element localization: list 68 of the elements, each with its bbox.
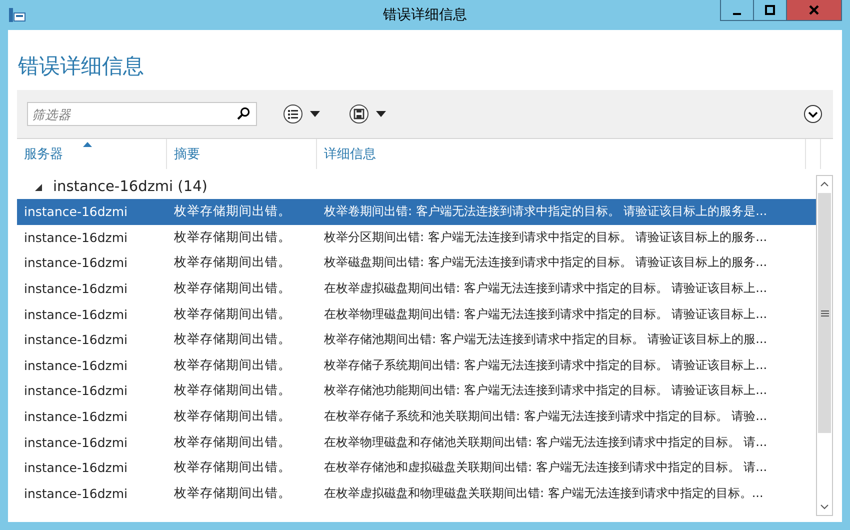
table-row[interactable]: instance-16dzmi 枚举存储期间出错。 在枚举存储子系统和池关联期间出错: 客户端无法连接到请求中指定的目标。 请验...	[17, 404, 816, 430]
server-manager-icon	[8, 7, 26, 23]
table-cell-text: 枚举存储期间出错。	[173, 459, 292, 476]
sort-ascending-icon	[83, 142, 92, 147]
column-header[interactable]: 服务器	[17, 139, 167, 169]
close-icon	[809, 5, 819, 15]
table-row[interactable]: instance-16dzmi 枚举存储期间出错。 在枚举虚拟磁盘期间出错: 客户端无法连接到请求中指定的目标。 请验证该目标上...	[17, 276, 816, 302]
table-cell-text: 在枚举物理磁盘和存储池关联期间出错: 客户端无法连接到请求中指定的目标。 请...	[323, 434, 768, 451]
list-view-dropdown[interactable]	[283, 104, 323, 124]
minimize-button[interactable]	[720, 0, 754, 21]
window-title: 错误详细信息	[383, 6, 467, 24]
table-cell-text: instance-16dzmi	[23, 332, 129, 348]
table-cell-text: 枚举存储池期间出错: 客户端无法连接到请求中指定的目标。 请验证该目标上的服...	[323, 331, 768, 348]
table-cell-text: 在枚举存储池和虚拟磁盘关联期间出错: 客户端无法连接到请求中指定的目标。 请...	[323, 459, 768, 476]
table-row[interactable]: instance-16dzmi 枚举存储期间出错。 枚举存储池功能期间出错: 客户端无法连接到请求中指定的目标。 请验证该目标上...	[17, 378, 816, 404]
table-cell-text: instance-16dzmi	[23, 383, 129, 398]
table-row[interactable]: instance-16dzmi 枚举存储期间出错。 在枚举虚拟磁盘和物理磁盘关联期间出错: 客户端无法连接到请求中指定的目标。...	[17, 480, 816, 506]
table-cell-text: 在枚举虚拟磁盘和物理磁盘关联期间出错: 客户端无法连接到请求中指定的目标。...	[323, 484, 764, 502]
close-button[interactable]	[786, 0, 842, 21]
table-row[interactable]: instance-16dzmi 枚举存储期间出错。 枚举分区期间出错: 客户端无法连接到请求中指定的目标。 请验证该目标上的服务...	[17, 224, 816, 250]
minimize-icon	[733, 13, 741, 15]
table-row[interactable]: instance-16dzmi 枚举存储期间出错。 枚举存储子系统期间出错: 客户端无法连接到请求中指定的目标。 请验证该目标上...	[17, 352, 816, 378]
page-heading: 错误详细信息	[18, 53, 145, 80]
table-cell-text: 在枚举虚拟磁盘期间出错: 客户端无法连接到请求中指定的目标。 请验证该目标上...	[323, 280, 768, 298]
table-cell-text: instance-16dzmi	[23, 230, 129, 245]
table-cell-text: 枚举存储期间出错。	[173, 203, 292, 220]
expand-button[interactable]	[803, 104, 823, 124]
table-cell-text: 枚举存储期间出错。	[173, 254, 292, 272]
table-cell-text: instance-16dzmi	[23, 434, 129, 450]
table-cell-text: 枚举分区期间出错: 客户端无法连接到请求中指定的目标。 请验证该目标上的服务...	[323, 228, 768, 246]
table-cell-text: 枚举存储期间出错。	[173, 356, 292, 374]
table-row[interactable]: instance-16dzmi 枚举存储期间出错。 在枚举物理磁盘和存储池关联期间出错: 客户端无法连接到请求中指定的目标。 请...	[17, 429, 816, 455]
table-cell-text: 枚举存储期间出错。	[173, 306, 292, 323]
vertical-scrollbar[interactable]	[816, 175, 833, 516]
table-row[interactable]: instance-16dzmi 枚举存储期间出错。 枚举卷期间出错: 客户端无法连接到请求中指定的目标。 请验证该目标上的服务是...	[17, 199, 816, 225]
group-header[interactable]: instance-16dzmi (14)	[17, 175, 816, 199]
table-row[interactable]: instance-16dzmi 枚举存储期间出错。 枚举存储池期间出错: 客户端无法连接到请求中指定的目标。 请验证该目标上的服...	[17, 326, 816, 353]
table-cell-text: instance-16dzmi	[23, 281, 129, 296]
column-header[interactable]: 摘要	[167, 139, 317, 169]
table-row[interactable]: instance-16dzmi 枚举存储期间出错。 枚举磁盘期间出错: 客户端无法连接到请求中指定的目标。 请验证该目标上的服务...	[17, 250, 816, 276]
table-cell-text: instance-16dzmi	[23, 306, 129, 322]
table-cell-text: 枚举存储期间出错。	[173, 434, 292, 451]
filter-field[interactable]: 筛选器	[27, 102, 257, 126]
table-cell-text: instance-16dzmi	[23, 358, 129, 373]
table-cell-text: 枚举卷期间出错: 客户端无法连接到请求中指定的目标。 请验证该目标上的服务是...	[323, 203, 768, 220]
table-cell-text: 枚举磁盘期间出错: 客户端无法连接到请求中指定的目标。 请验证该目标上的服务...	[323, 254, 768, 272]
table-cell-text: 枚举存储期间出错。	[173, 331, 292, 348]
table-cell-text: instance-16dzmi	[23, 460, 129, 476]
table-cell-text: 枚举存储子系统期间出错: 客户端无法连接到请求中指定的目标。 请验证该目标上...	[323, 356, 768, 374]
table-cell-text: 枚举存储期间出错。	[173, 408, 292, 426]
scroll-thumb[interactable]	[818, 193, 831, 433]
table-cell-text: 枚举存储期间出错。	[173, 228, 292, 246]
table-cell-text: instance-16dzmi	[23, 486, 129, 501]
table-cell-text: instance-16dzmi	[23, 255, 129, 270]
table-cell-text: 枚举存储池功能期间出错: 客户端无法连接到请求中指定的目标。 请验证该目标上...	[323, 382, 768, 400]
table-row[interactable]: instance-16dzmi 枚举存储期间出错。 在枚举存储池和虚拟磁盘关联期间出错: 客户端无法连接到请求中指定的目标。 请...	[17, 454, 816, 481]
maximize-icon	[765, 5, 775, 15]
table-cell-text: 枚举存储期间出错。	[173, 382, 292, 400]
table-cell-text: 在枚举存储子系统和池关联期间出错: 客户端无法连接到请求中指定的目标。 请验...	[323, 408, 768, 426]
table-cell-text: 在枚举物理磁盘期间出错: 客户端无法连接到请求中指定的目标。 请验证该目标上...	[323, 306, 768, 323]
table-cell-text: 枚举存储期间出错。	[173, 484, 292, 502]
table-cell-text: 枚举存储期间出错。	[173, 280, 292, 298]
table-cell-text: instance-16dzmi	[23, 409, 129, 424]
table-row[interactable]: instance-16dzmi 枚举存储期间出错。 在枚举物理磁盘期间出错: 客户端无法连接到请求中指定的目标。 请验证该目标上...	[17, 301, 816, 327]
search-icon	[237, 107, 250, 120]
table-cell-text: instance-16dzmi	[23, 204, 129, 220]
save-dropdown[interactable]	[349, 104, 389, 124]
column-header[interactable]: 详细信息	[317, 139, 806, 169]
